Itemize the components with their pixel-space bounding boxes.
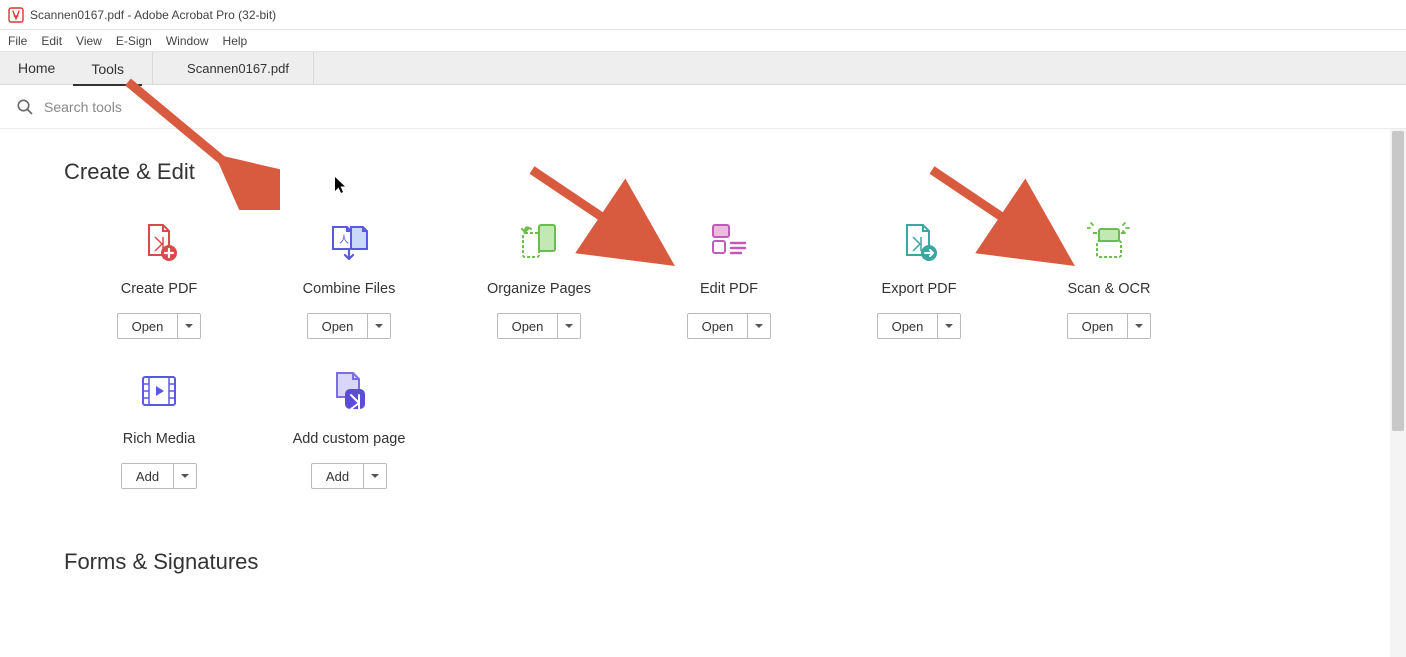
tool-label: Organize Pages [487, 281, 591, 297]
open-button[interactable]: Open [498, 314, 559, 338]
tool-label: Create PDF [121, 281, 198, 297]
dropdown-button[interactable] [178, 314, 200, 338]
add-button[interactable]: Add [122, 464, 174, 488]
scrollbar-thumb[interactable] [1392, 131, 1404, 431]
tool-label: Combine Files [303, 281, 396, 297]
open-button[interactable]: Open [118, 314, 179, 338]
tab-divider [152, 52, 153, 84]
open-button-group: Open [117, 313, 202, 339]
open-button[interactable]: Open [878, 314, 939, 338]
open-button-group: Open [1067, 313, 1152, 339]
export-pdf-icon [897, 219, 941, 263]
content-area: Create & Edit Create PDF Open 人 Combine … [0, 129, 1406, 657]
tool-label: Rich Media [123, 431, 196, 447]
open-button-group: Open [687, 313, 772, 339]
tool-scan-ocr[interactable]: Scan & OCR Open [1014, 219, 1204, 339]
tab-home[interactable]: Home [0, 52, 73, 84]
scan-ocr-icon [1087, 219, 1131, 263]
section-title-forms-signatures: Forms & Signatures [64, 549, 1342, 575]
tool-label: Scan & OCR [1068, 281, 1151, 297]
open-button-group: Open [497, 313, 582, 339]
tool-label: Edit PDF [700, 281, 758, 297]
menu-help[interactable]: Help [223, 34, 248, 48]
tools-row-create-edit: Create PDF Open 人 Combine Files Open Org… [64, 219, 1342, 519]
window-title: Scannen0167.pdf - Adobe Acrobat Pro (32-… [30, 8, 276, 22]
acrobat-icon [8, 7, 24, 23]
open-button[interactable]: Open [1068, 314, 1129, 338]
rich-media-icon [137, 369, 181, 413]
tool-create-pdf[interactable]: Create PDF Open [64, 219, 254, 339]
tool-rich-media[interactable]: Rich Media Add [64, 369, 254, 489]
titlebar: Scannen0167.pdf - Adobe Acrobat Pro (32-… [0, 0, 1406, 30]
combine-files-icon: 人 [327, 219, 371, 263]
tab-document[interactable]: Scannen0167.pdf [163, 52, 314, 84]
tool-export-pdf[interactable]: Export PDF Open [824, 219, 1014, 339]
menu-esign[interactable]: E-Sign [116, 34, 152, 48]
search-input[interactable] [44, 99, 344, 115]
dropdown-button[interactable] [1128, 314, 1150, 338]
tool-add-custom-page[interactable]: Add custom page Add [254, 369, 444, 489]
tool-organize-pages[interactable]: Organize Pages Open [444, 219, 634, 339]
dropdown-button[interactable] [364, 464, 386, 488]
tab-tools[interactable]: Tools [73, 53, 142, 86]
add-custom-page-icon [327, 369, 371, 413]
open-button[interactable]: Open [688, 314, 749, 338]
add-button-group: Add [311, 463, 387, 489]
dropdown-button[interactable] [174, 464, 196, 488]
create-pdf-icon [137, 219, 181, 263]
dropdown-button[interactable] [748, 314, 770, 338]
menu-bar: File Edit View E-Sign Window Help [0, 30, 1406, 52]
dropdown-button[interactable] [938, 314, 960, 338]
tab-bar: Home Tools Scannen0167.pdf [0, 52, 1406, 85]
open-button[interactable]: Open [308, 314, 369, 338]
section-title-create-edit: Create & Edit [64, 159, 1342, 185]
dropdown-button[interactable] [558, 314, 580, 338]
tool-label: Add custom page [293, 431, 406, 447]
menu-edit[interactable]: Edit [41, 34, 62, 48]
search-bar [0, 85, 1406, 129]
menu-view[interactable]: View [76, 34, 102, 48]
tool-edit-pdf[interactable]: Edit PDF Open [634, 219, 824, 339]
svg-text:人: 人 [339, 234, 349, 246]
organize-pages-icon [517, 219, 561, 263]
search-icon [16, 98, 34, 116]
tool-label: Export PDF [882, 281, 957, 297]
add-button[interactable]: Add [312, 464, 364, 488]
open-button-group: Open [307, 313, 392, 339]
tool-combine-files[interactable]: 人 Combine Files Open [254, 219, 444, 339]
menu-window[interactable]: Window [166, 34, 209, 48]
menu-file[interactable]: File [8, 34, 27, 48]
edit-pdf-icon [707, 219, 751, 263]
dropdown-button[interactable] [368, 314, 390, 338]
add-button-group: Add [121, 463, 197, 489]
open-button-group: Open [877, 313, 962, 339]
